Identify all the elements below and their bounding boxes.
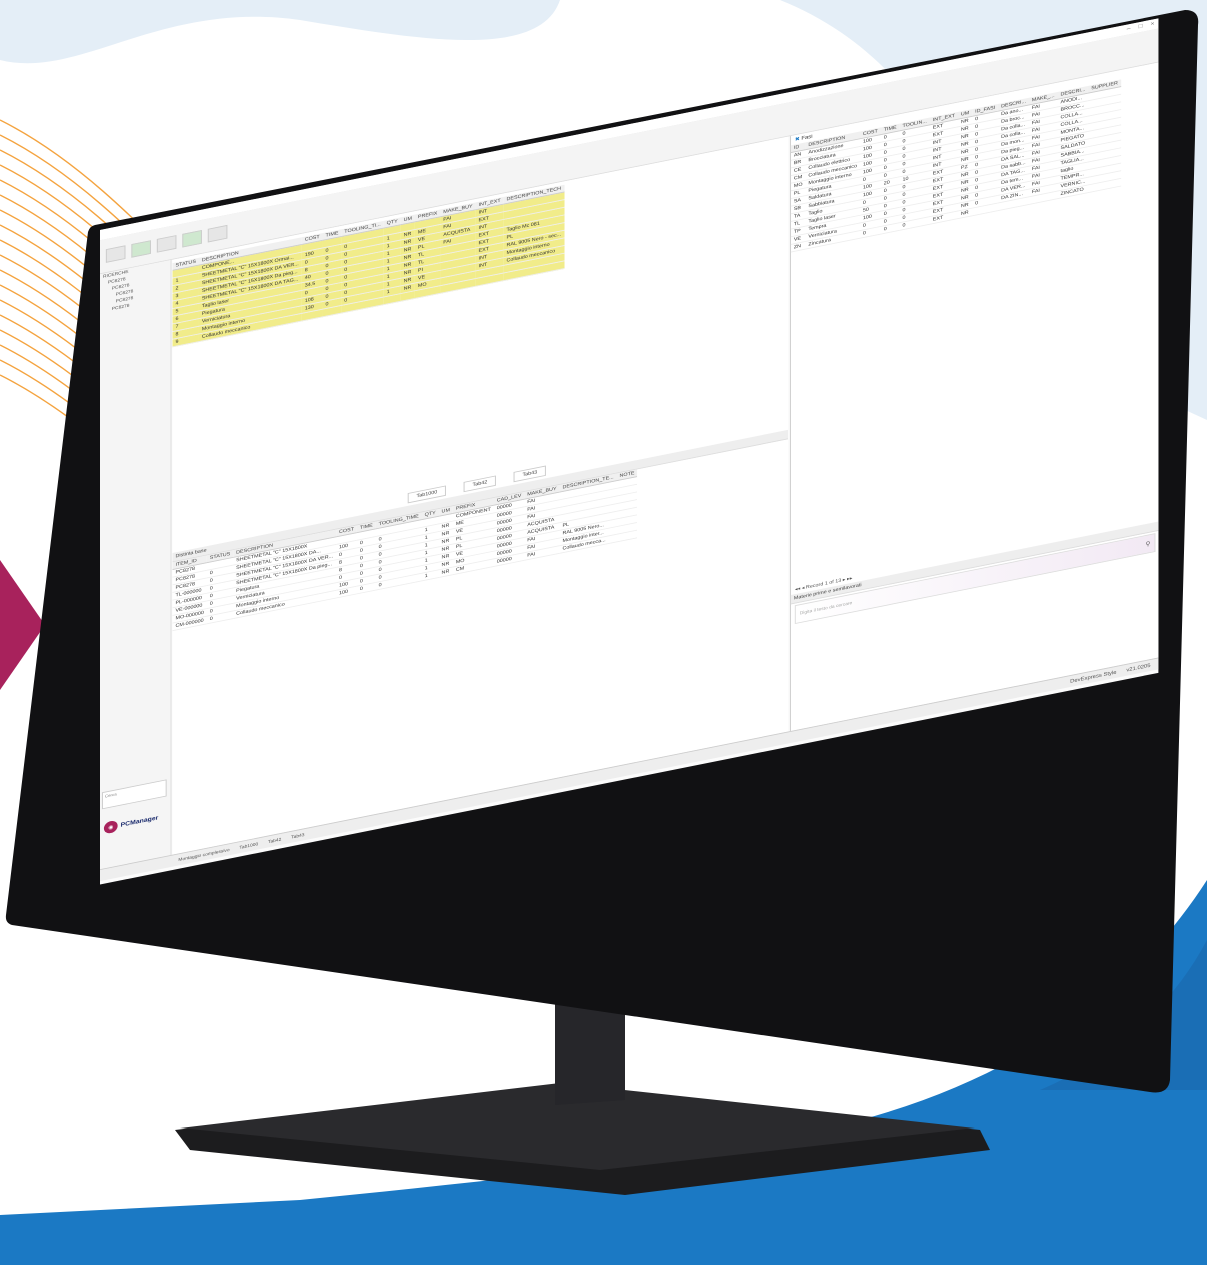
table-cell: NR [957, 208, 973, 219]
right-pane: ✖ Fasi ID DESCRIPTION COST TIME TOOLIN... INT… [789, 62, 1159, 732]
ribbon-edit-button[interactable] [156, 234, 177, 253]
sidebar-search-box[interactable]: Cerca [101, 779, 167, 810]
ribbon-new-button[interactable] [105, 244, 126, 263]
materials-caption: Materie prime e semilavorati [790, 521, 1159, 605]
brand: ◉ PCManager [103, 812, 159, 835]
brand-name: PCManager [120, 814, 159, 829]
version-label: v21.0205 [1126, 662, 1151, 673]
bottom-panel: Distinta base ITEM_ID STATUS DESCRIPTION CO… [172, 429, 788, 631]
left-sidebar: RICERCHE PC8278 PC8278 PC8278 PC8278 PC8… [100, 259, 172, 870]
ribbon-refresh-button[interactable] [182, 229, 202, 248]
right-lower: ◂◂ ◂ Record 1 of 13 ▸ ▸▸ Materie prime e… [790, 513, 1159, 627]
table-cell: ZN [790, 241, 806, 253]
search-icon[interactable]: ⚲ [1146, 540, 1151, 548]
ribbon-print-button[interactable] [207, 224, 228, 243]
bottom-grid: ITEM_ID STATUS DESCRIPTION COST TIME TOOLING_… [172, 469, 638, 631]
status-tab-43[interactable]: Tab43 [291, 832, 304, 840]
center-pane: STATUS DESCRIPTION COST TIME TOOLING_TI... QT… [172, 136, 788, 855]
minimize-button[interactable]: – [1127, 26, 1131, 33]
status-tab-42[interactable]: Tab42 [268, 837, 281, 845]
ribbon-add-button[interactable] [131, 239, 151, 258]
table-cell [400, 290, 415, 302]
maximize-button[interactable]: □ [1138, 23, 1142, 30]
materials-search-placeholder: Digita il testo da cercare [799, 600, 853, 617]
light-blue-wave [0, 0, 560, 64]
brand-logo-icon: ◉ [103, 819, 118, 835]
table-cell: NR [438, 566, 453, 578]
close-button[interactable]: × [1150, 21, 1154, 28]
status-tab-1000[interactable]: Tab1000 [239, 841, 258, 850]
tools-icon: ✖ [794, 136, 800, 143]
